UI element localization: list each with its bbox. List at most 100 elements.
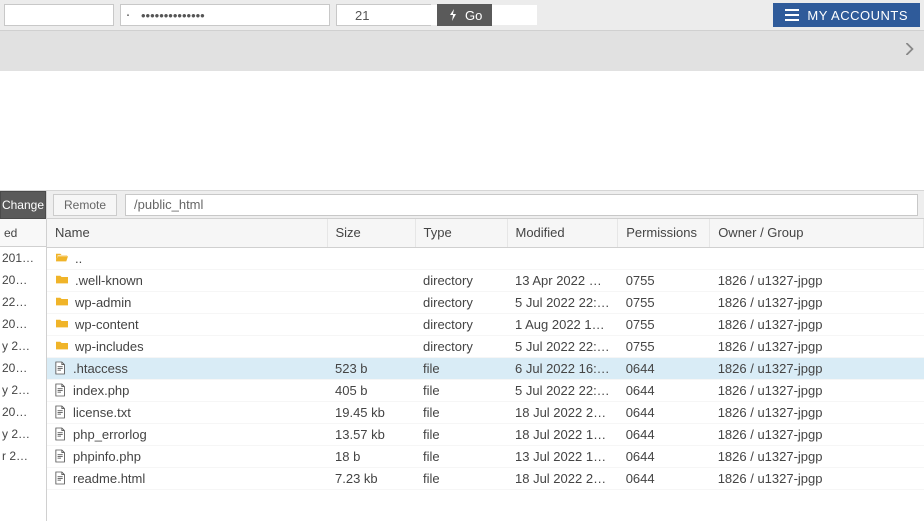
table-row[interactable]: readme.html 7.23 kbfile18 Jul 2022 2…0644… (47, 467, 924, 489)
file-owner: 1826 / u1327-jpgp (710, 423, 924, 445)
col-owner[interactable]: Owner / Group (710, 219, 924, 247)
file-type: file (415, 445, 507, 467)
file-owner: 1826 / u1327-jpgp (710, 335, 924, 357)
file-modified: 13 Apr 2022 … (507, 269, 618, 291)
remote-path-input[interactable] (125, 194, 918, 216)
file-name: wp-includes (75, 339, 144, 354)
local-list-item[interactable]: r 2… (0, 445, 46, 467)
log-area (0, 71, 924, 191)
table-row[interactable]: index.php405 bfile5 Jul 2022 22:…0644182… (47, 379, 924, 401)
file-modified: 18 Jul 2022 2… (507, 401, 618, 423)
file-modified: 5 Jul 2022 22:… (507, 335, 618, 357)
file-owner: 1826 / u1327-jpgp (710, 313, 924, 335)
file-modified: 18 Jul 2022 2… (507, 467, 618, 489)
local-list-item[interactable]: 22… (0, 291, 46, 313)
local-list-item[interactable]: y 2… (0, 423, 46, 445)
file-type: file (415, 357, 507, 379)
menu-icon (785, 9, 799, 21)
col-modified[interactable]: Modified (507, 219, 618, 247)
file-owner (710, 247, 924, 269)
folder-icon (55, 296, 69, 308)
table-row[interactable]: .. (47, 247, 924, 269)
file-modified: 1 Aug 2022 1… (507, 313, 618, 335)
local-list-item[interactable]: y 2… (0, 379, 46, 401)
file-size: 13.57 kb (327, 423, 415, 445)
file-icon (55, 427, 67, 441)
file-permissions: 0755 (618, 269, 710, 291)
file-modified: 18 Jul 2022 1… (507, 423, 618, 445)
remote-path-bar: Remote (47, 191, 924, 219)
folder-icon (55, 274, 69, 286)
local-list-item[interactable]: 20… (0, 401, 46, 423)
password-field-wrap[interactable] (120, 4, 330, 26)
connect-icon (447, 9, 459, 21)
file-permissions: 0644 (618, 401, 710, 423)
file-permissions: 0644 (618, 467, 710, 489)
file-permissions: 0644 (618, 445, 710, 467)
col-size[interactable]: Size (327, 219, 415, 247)
file-name: license.txt (73, 405, 131, 420)
col-permissions[interactable]: Permissions (618, 219, 710, 247)
file-name: readme.html (73, 471, 145, 486)
file-permissions: 0755 (618, 313, 710, 335)
file-permissions: 0755 (618, 335, 710, 357)
file-table: Name Size Type Modified Permissions Owne… (47, 219, 924, 490)
table-row[interactable]: wp-contentdirectory1 Aug 2022 1…07551826… (47, 313, 924, 335)
remote-panel: Remote Name Size Type Modified Permissio… (47, 191, 924, 521)
file-modified (507, 247, 618, 269)
file-size (327, 335, 415, 357)
table-row[interactable]: .htaccess523 bfile6 Jul 2022 16:…0644182… (47, 357, 924, 379)
file-permissions: 0755 (618, 291, 710, 313)
file-size: 19.45 kb (327, 401, 415, 423)
file-icon (55, 361, 67, 375)
connect-button[interactable]: Go (437, 4, 492, 26)
local-list-item[interactable]: 20… (0, 313, 46, 335)
file-permissions: 0644 (618, 357, 710, 379)
table-row[interactable]: .well-knowndirectory13 Apr 2022 …0755182… (47, 269, 924, 291)
file-type: directory (415, 313, 507, 335)
host-input[interactable] (4, 4, 114, 26)
file-size: 405 b (327, 379, 415, 401)
file-type: file (415, 401, 507, 423)
local-list-item[interactable]: 201… (0, 247, 46, 269)
local-list-item[interactable]: 20… (0, 269, 46, 291)
change-tab[interactable]: Change (0, 191, 46, 219)
file-type: directory (415, 335, 507, 357)
col-name[interactable]: Name (47, 219, 327, 247)
file-icon (55, 471, 67, 485)
table-row[interactable]: wp-admindirectory5 Jul 2022 22:…07551826… (47, 291, 924, 313)
lock-icon (127, 9, 129, 21)
table-row[interactable]: phpinfo.php18 bfile13 Jul 2022 1…0644182… (47, 445, 924, 467)
file-owner: 1826 / u1327-jpgp (710, 269, 924, 291)
my-accounts-button[interactable]: MY ACCOUNTS (773, 3, 920, 27)
table-header-row: Name Size Type Modified Permissions Owne… (47, 219, 924, 247)
file-name: index.php (73, 383, 129, 398)
table-row[interactable]: php_errorlog13.57 kbfile18 Jul 2022 1…06… (47, 423, 924, 445)
file-type: file (415, 467, 507, 489)
sub-bar (0, 31, 924, 71)
folder-icon (55, 318, 69, 330)
password-input[interactable] (135, 5, 323, 25)
col-type[interactable]: Type (415, 219, 507, 247)
chevron-right-icon[interactable] (906, 43, 914, 55)
table-row[interactable]: license.txt 19.45 kbfile18 Jul 2022 2…064… (47, 401, 924, 423)
file-owner: 1826 / u1327-jpgp (710, 445, 924, 467)
remote-tab[interactable]: Remote (53, 194, 117, 216)
file-name: .. (75, 251, 82, 266)
file-permissions: 0644 (618, 423, 710, 445)
file-owner: 1826 / u1327-jpgp (710, 379, 924, 401)
file-name: phpinfo.php (73, 449, 141, 464)
local-list-item[interactable]: y 2… (0, 335, 46, 357)
connection-bar: Go MY ACCOUNTS (0, 0, 924, 31)
file-icon (55, 383, 67, 397)
file-modified: 13 Jul 2022 1… (507, 445, 618, 467)
file-size: 7.23 kb (327, 467, 415, 489)
file-owner: 1826 / u1327-jpgp (710, 467, 924, 489)
table-row[interactable]: wp-includes directory5 Jul 2022 22:…07551… (47, 335, 924, 357)
folder-icon (55, 340, 69, 352)
local-list-item[interactable]: 20… (0, 357, 46, 379)
file-size (327, 291, 415, 313)
folder-open-icon (55, 252, 69, 264)
port-field-wrap[interactable] (336, 4, 431, 26)
file-name: php_errorlog (73, 427, 147, 442)
